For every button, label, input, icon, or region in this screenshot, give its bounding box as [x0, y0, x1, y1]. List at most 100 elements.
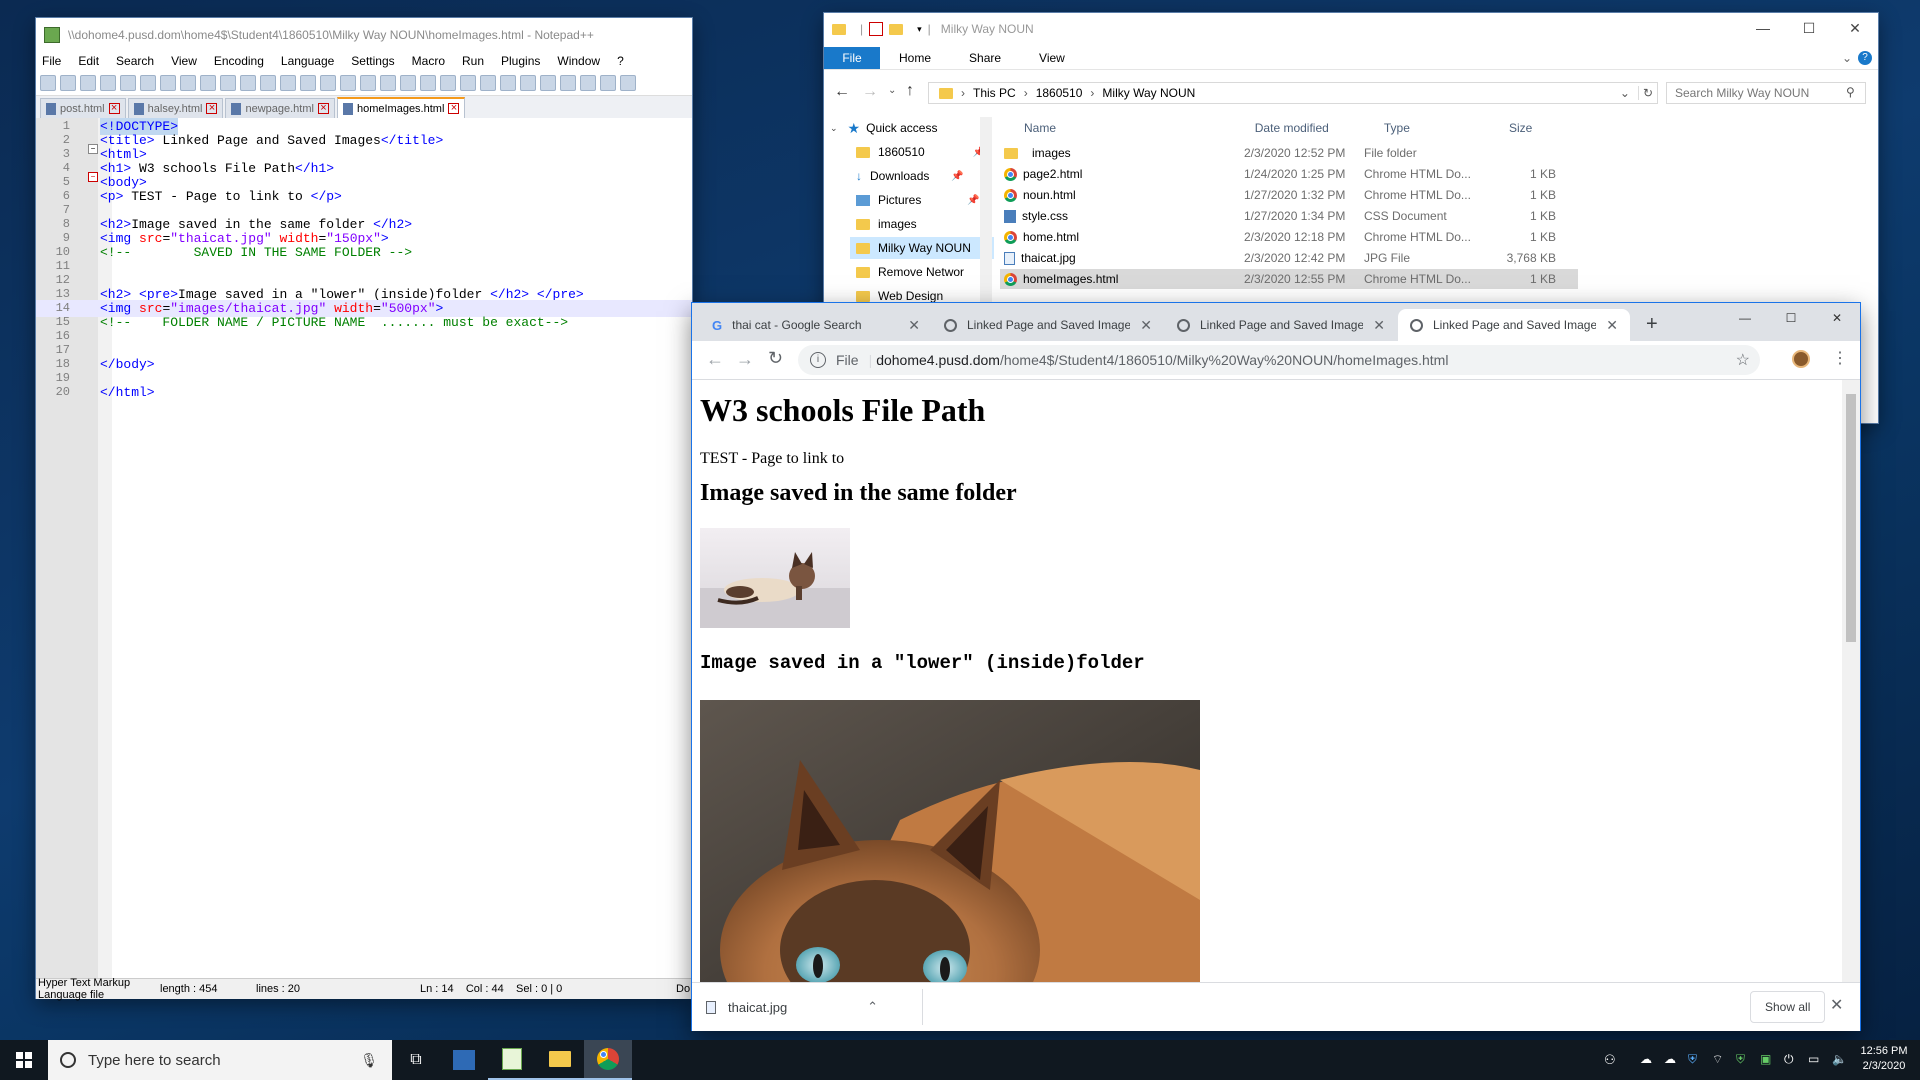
menu-settings[interactable]: Settings: [351, 54, 394, 68]
nav-quick-access[interactable]: ⌄ ★ Quick access: [830, 117, 937, 139]
menu-search[interactable]: Search: [116, 54, 154, 68]
show-all-button[interactable]: Show all: [1750, 991, 1826, 1023]
cut-icon[interactable]: [180, 75, 196, 91]
nav-scrollbar[interactable]: [980, 117, 992, 317]
paste-icon[interactable]: [220, 75, 236, 91]
folder-workspace-icon[interactable]: [500, 75, 516, 91]
taskbar-app-outlook[interactable]: [440, 1040, 488, 1080]
address-bar[interactable]: › This PC › 1860510 › Milky Way NOUN ⌄ ↻: [928, 82, 1658, 104]
breadcrumb-1860510[interactable]: 1860510: [1036, 86, 1083, 100]
file-tab-post[interactable]: post.html ×: [40, 98, 126, 118]
menu-view[interactable]: View: [171, 54, 197, 68]
scrollbar-thumb[interactable]: [1846, 394, 1856, 642]
new-tab-button[interactable]: +: [1646, 313, 1658, 336]
file-row[interactable]: home.html 2/3/2020 12:18 PM Chrome HTML Do…: [1000, 227, 1578, 247]
maximize-button[interactable]: ☐: [1786, 13, 1832, 43]
task-view-icon[interactable]: ⧉: [392, 1040, 440, 1080]
info-icon[interactable]: i: [810, 352, 826, 368]
tray-display-icon[interactable]: ▭: [1808, 1052, 1819, 1066]
menu-language[interactable]: Language: [281, 54, 334, 68]
profile-avatar[interactable]: [1792, 350, 1810, 368]
column-type[interactable]: Type: [1370, 121, 1499, 141]
menu-edit[interactable]: Edit: [78, 54, 99, 68]
close-button[interactable]: ✕: [1832, 13, 1878, 43]
sync-vertical-icon[interactable]: [360, 75, 376, 91]
menu-plugins[interactable]: Plugins: [501, 54, 540, 68]
new-folder-icon[interactable]: [889, 23, 904, 35]
replace-icon[interactable]: [300, 75, 316, 91]
sync-horizontal-icon[interactable]: [380, 75, 396, 91]
explorer-search-input[interactable]: Search Milky Way NOUN: [1666, 82, 1866, 104]
nav-1860510[interactable]: 1860510 📌: [856, 141, 985, 163]
forward-arrow-icon[interactable]: →: [736, 349, 754, 370]
qat-dropdown-icon[interactable]: ▾: [917, 24, 922, 35]
close-tab-icon[interactable]: ×: [317, 103, 329, 114]
taskbar-app-explorer[interactable]: [536, 1040, 584, 1080]
tray-power-icon[interactable]: ⏻: [1784, 1052, 1794, 1067]
file-row[interactable]: thaicat.jpg 2/3/2020 12:42 PM JPG File 3,76…: [1000, 248, 1578, 268]
minimize-button[interactable]: —: [1740, 13, 1786, 43]
ribbon-tab-file[interactable]: File: [824, 47, 880, 69]
close-tab-icon[interactable]: ×: [108, 103, 120, 114]
tray-shield-icon[interactable]: ⛨: [1736, 1052, 1745, 1067]
ribbon-tab-share[interactable]: Share: [950, 51, 1020, 65]
menu-macro[interactable]: Macro: [412, 54, 445, 68]
pin-icon[interactable]: 📌: [951, 171, 963, 182]
maximize-button[interactable]: ☐: [1768, 303, 1814, 333]
taskbar-app-notepadpp[interactable]: [488, 1040, 536, 1080]
taskbar-clock[interactable]: 12:56 PM 2/3/2020: [1856, 1044, 1912, 1074]
close-download-bar-icon[interactable]: ✕: [1830, 995, 1843, 1015]
close-tab-icon[interactable]: ✕: [1140, 317, 1152, 334]
menu-window[interactable]: Window: [557, 54, 600, 68]
bookmark-star-icon[interactable]: ☆: [1736, 350, 1750, 370]
function-list-icon[interactable]: [480, 75, 496, 91]
chevron-up-icon[interactable]: ⌃: [867, 999, 878, 1015]
indent-guide-icon[interactable]: [440, 75, 456, 91]
close-button[interactable]: ✕: [1814, 303, 1860, 333]
ribbon-tab-view[interactable]: View: [1020, 51, 1084, 65]
close-tab-icon[interactable]: ✕: [1373, 317, 1385, 334]
taskbar-search-box[interactable]: Type here to search 🎙: [48, 1040, 392, 1080]
print-icon[interactable]: [160, 75, 176, 91]
word-wrap-icon[interactable]: [400, 75, 416, 91]
tray-wifi-icon[interactable]: ⌔: [1712, 1052, 1723, 1067]
find-icon[interactable]: [280, 75, 296, 91]
address-bar[interactable]: i File | dohome4.pusd.dom/home4$/Student…: [798, 345, 1760, 375]
run-macro-multiple-icon[interactable]: [600, 75, 616, 91]
taskbar-app-chrome[interactable]: [584, 1040, 632, 1080]
refresh-icon[interactable]: ↻: [1637, 86, 1657, 100]
monitoring-icon[interactable]: [520, 75, 536, 91]
column-size[interactable]: Size: [1499, 121, 1578, 141]
forward-arrow-icon[interactable]: →: [862, 83, 878, 101]
menu-encoding[interactable]: Encoding: [214, 54, 264, 68]
close-all-icon[interactable]: [140, 75, 156, 91]
save-all-icon[interactable]: [100, 75, 116, 91]
column-date-modified[interactable]: Date modified: [1241, 121, 1370, 141]
file-row[interactable]: noun.html 1/27/2020 1:32 PM Chrome HTML Do…: [1000, 185, 1578, 205]
menu-run[interactable]: Run: [462, 54, 484, 68]
close-tab-icon[interactable]: ×: [448, 103, 460, 114]
tray-security-icon[interactable]: ⛨: [1688, 1052, 1697, 1067]
address-dropdown-icon[interactable]: ⌄: [1620, 86, 1630, 100]
menu-help[interactable]: ?: [617, 54, 624, 68]
reload-icon[interactable]: ↻: [768, 348, 783, 369]
close-tab-icon[interactable]: ✕: [908, 317, 920, 334]
browser-tab-linked-page-active[interactable]: Linked Page and Saved Images ✕: [1398, 309, 1630, 341]
close-file-icon[interactable]: [120, 75, 136, 91]
doc-map-icon[interactable]: [460, 75, 476, 91]
nav-pictures[interactable]: Pictures 📌: [856, 189, 980, 211]
close-tab-icon[interactable]: ×: [206, 103, 218, 114]
nav-images[interactable]: images: [856, 213, 917, 235]
expand-ribbon-icon[interactable]: ⌄: [1836, 51, 1858, 65]
nav-milky-way-noun[interactable]: Milky Way NOUN: [850, 237, 994, 259]
show-all-chars-icon[interactable]: [420, 75, 436, 91]
up-arrow-icon[interactable]: ↑: [906, 82, 914, 100]
recent-dropdown-icon[interactable]: ⌄: [888, 85, 896, 96]
file-row[interactable]: images 2/3/2020 12:52 PM File folder: [1000, 143, 1578, 163]
breadcrumb-milky-way[interactable]: Milky Way NOUN: [1102, 86, 1195, 100]
new-file-icon[interactable]: [40, 75, 56, 91]
save-macro-icon[interactable]: [620, 75, 636, 91]
page-scrollbar[interactable]: [1842, 380, 1860, 982]
tray-app-icon[interactable]: ▣: [1760, 1052, 1771, 1066]
browser-tab-linked-page-1[interactable]: Linked Page and Saved Images ✕: [932, 309, 1164, 341]
